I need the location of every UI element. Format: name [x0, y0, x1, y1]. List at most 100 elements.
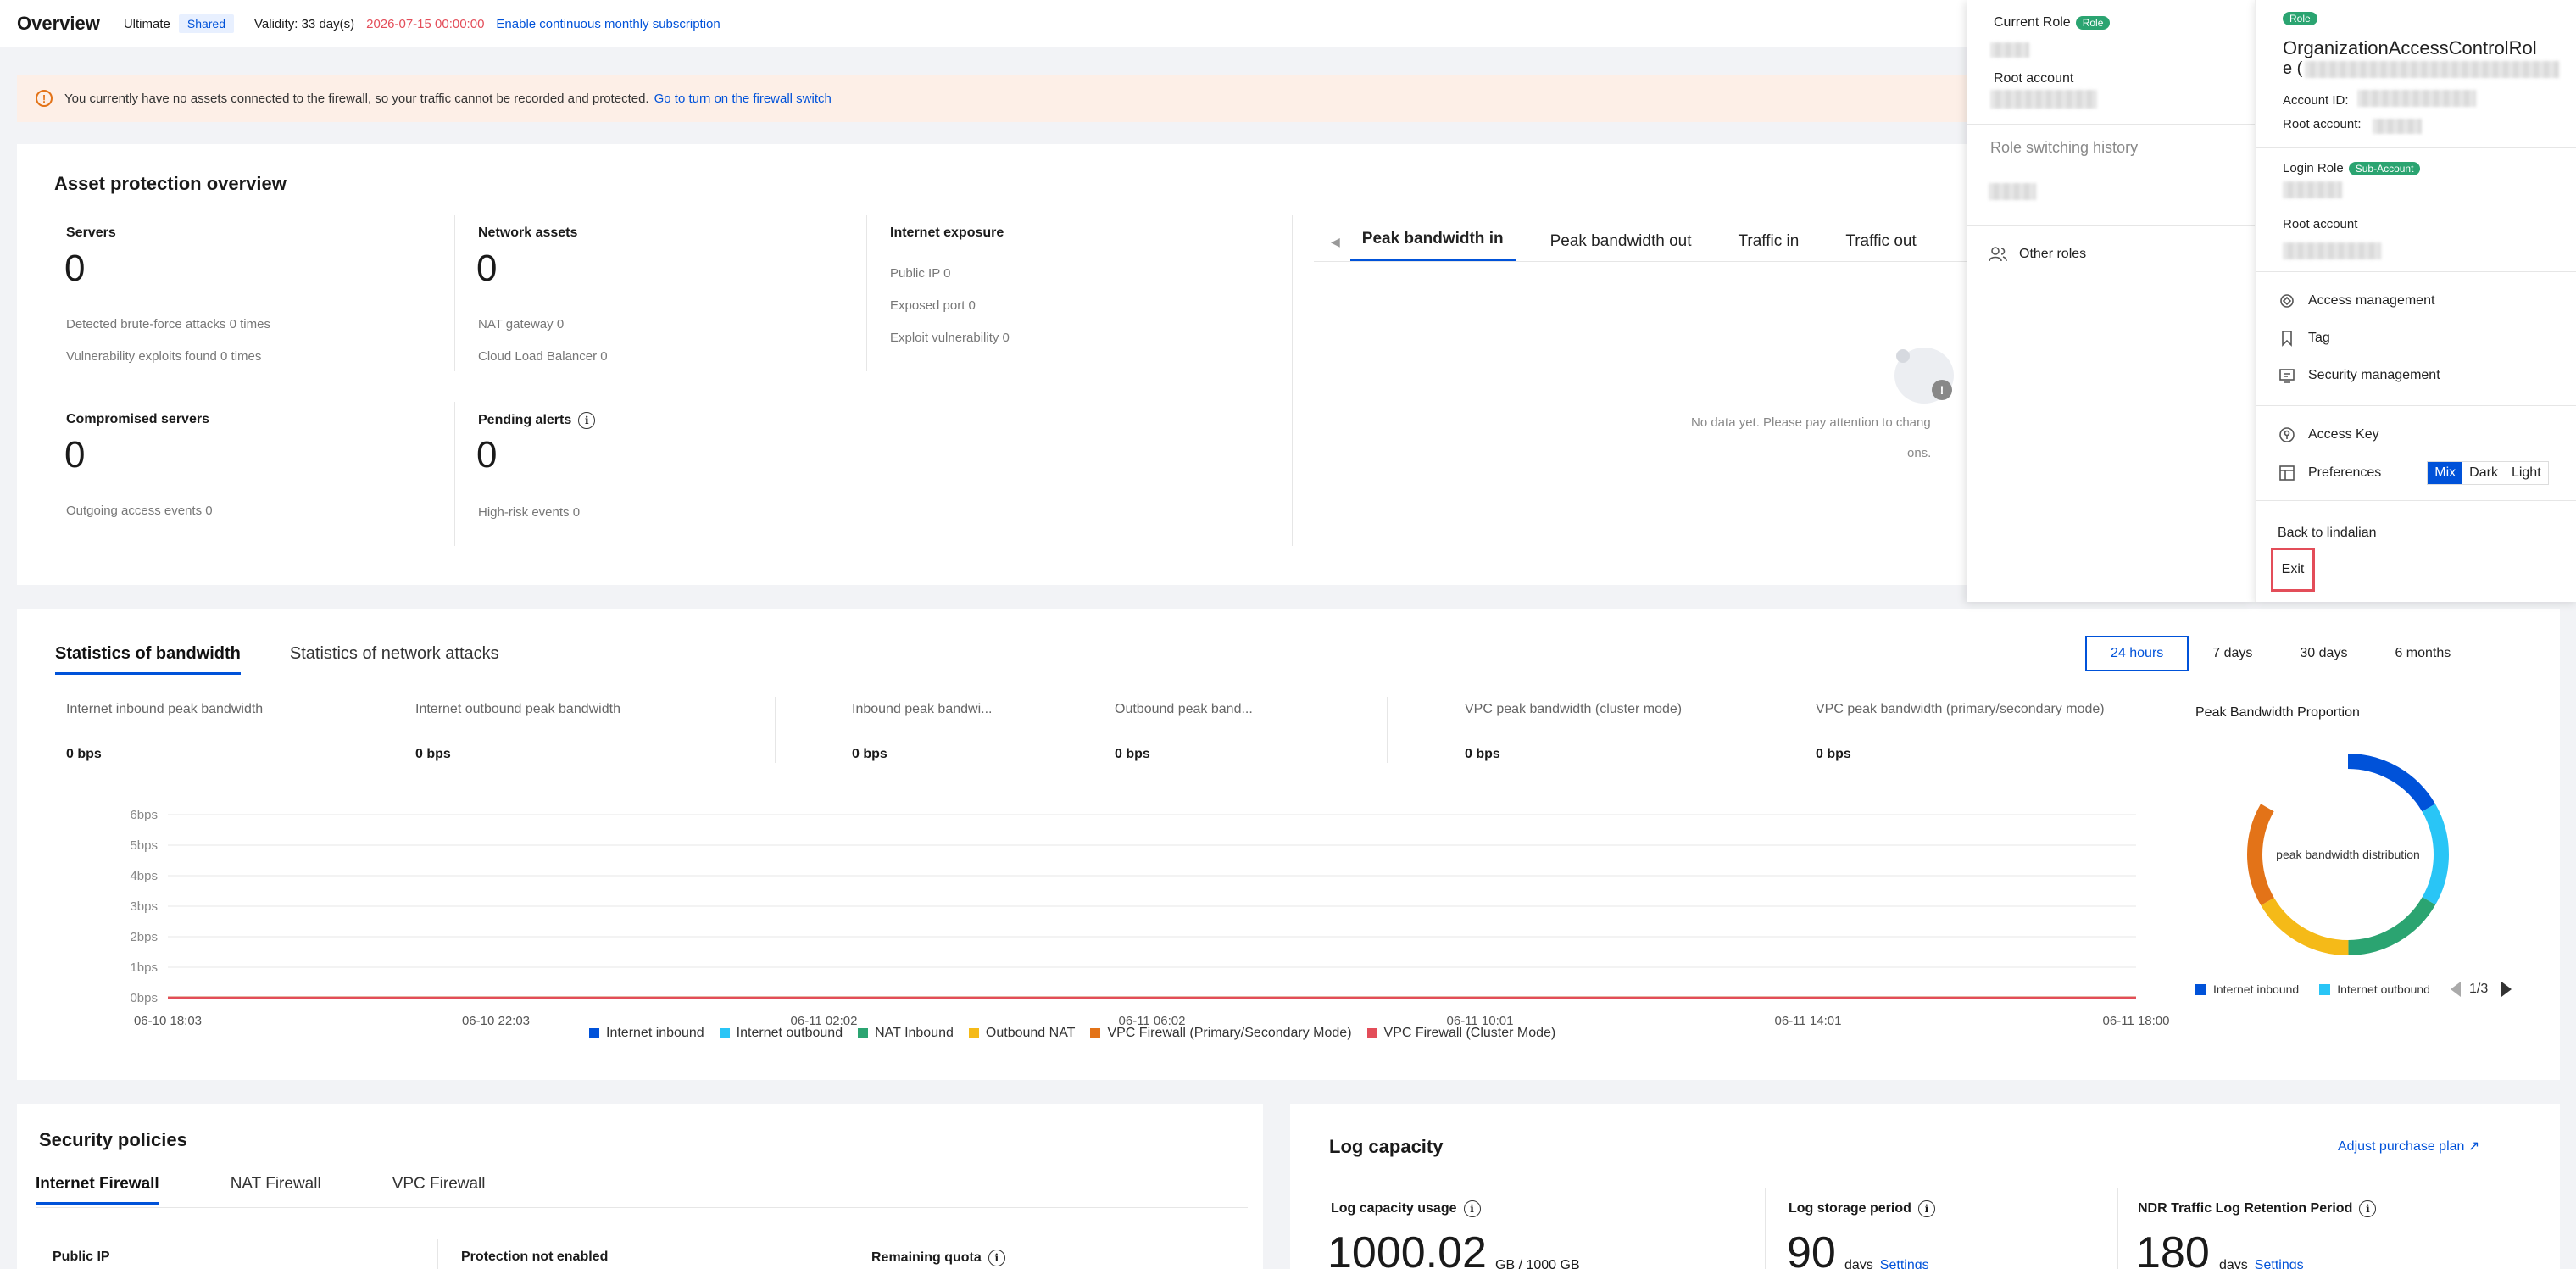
login-role-label: Login Role Sub-Account [2283, 161, 2421, 176]
no-data-text-2: ons. [1907, 446, 1932, 460]
log-storage-value: 90 [1787, 1228, 1836, 1269]
next-page-icon[interactable] [2501, 982, 2512, 997]
preferences-item[interactable]: Preferences Mix Dark Light [2278, 461, 2549, 485]
access-management-icon [2278, 292, 2296, 310]
exploit-vuln-text: Exploit vulnerability 0 [890, 331, 1010, 345]
pending-alerts-label: Pending alerts i [478, 412, 596, 429]
internet-exposure-label: Internet exposure [890, 225, 1004, 240]
compromised-servers-label: Compromised servers [66, 412, 209, 426]
redacted-account-id [2357, 90, 2476, 107]
access-management-item[interactable]: Access management [2278, 292, 2434, 310]
x-tick-label: 06-11 14:01 [1775, 1014, 1842, 1028]
redacted-history[interactable] [1989, 183, 2036, 200]
current-role-label: Current Role Role [1994, 15, 2111, 31]
y-tick-label: 5bps [130, 838, 158, 853]
info-icon[interactable]: i [988, 1250, 1005, 1266]
network-assets-label: Network assets [478, 225, 578, 240]
peak-proportion-title: Peak Bandwidth Proportion [2195, 705, 2360, 720]
tab-internet-firewall[interactable]: Internet Firewall [36, 1175, 159, 1205]
exit-button[interactable]: Exit [2271, 548, 2315, 592]
range-7-days[interactable]: 7 days [2189, 636, 2277, 671]
log-storage-unit: days Settings [1844, 1258, 1929, 1269]
redacted-root-account [1990, 90, 2097, 109]
page-title: Overview [17, 13, 100, 34]
bandwidth-line-chart[interactable]: 6bps 5bps 4bps 3bps 2bps 1bps 0bps 06-10 18:03 0… [17, 609, 2170, 1032]
tab-peak-bandwidth-in[interactable]: Peak bandwidth in [1349, 230, 1516, 261]
legend-item[interactable]: VPC Firewall (Primary/Secondary Mode) [1090, 1026, 1352, 1041]
servers-value[interactable]: 0 [64, 248, 85, 290]
nat-gateway-text: NAT gateway 0 [478, 317, 565, 331]
account-panel: Role OrganizationAccessControlRol e ( Ac… [2255, 0, 2576, 602]
info-icon[interactable]: i [1463, 1200, 1481, 1217]
info-icon[interactable]: i [578, 412, 596, 429]
donut-legend-item[interactable]: Internet outbound [2319, 982, 2430, 996]
tag-item[interactable]: Tag [2278, 329, 2330, 348]
security-tabs: Internet Firewall NAT Firewall VPC Firew… [36, 1175, 557, 1205]
tab-nat-firewall[interactable]: NAT Firewall [231, 1175, 321, 1205]
validity-text: Validity: 33 day(s) [254, 16, 355, 31]
log-usage-unit: GB / 1000 GB [1495, 1258, 1580, 1269]
tab-traffic-out[interactable]: Traffic out [1845, 232, 1916, 261]
legend-item[interactable]: Internet outbound [719, 1026, 843, 1041]
range-6-months[interactable]: 6 months [2371, 636, 2475, 671]
theme-dark[interactable]: Dark [2462, 462, 2505, 484]
info-icon[interactable]: i [2359, 1200, 2377, 1217]
other-roles-item[interactable]: Other roles [1989, 246, 2086, 263]
ndr-settings-link[interactable]: Settings [2255, 1258, 2304, 1269]
account-name-2: e ( [2283, 59, 2303, 78]
x-tick-label: 06-10 22:03 [462, 1014, 530, 1028]
range-30-days[interactable]: 30 days [2276, 636, 2372, 671]
theme-mix[interactable]: Mix [2428, 462, 2463, 484]
legend-item[interactable]: Internet inbound [589, 1026, 704, 1041]
sub-account-badge: Sub-Account [2348, 162, 2421, 176]
asset-protection-card: Asset protection overview Servers 0 Dete… [17, 144, 1983, 585]
protection-not-enabled-col: Protection not enabled [461, 1250, 609, 1264]
y-tick-label: 4bps [130, 869, 158, 883]
storage-settings-link[interactable]: Settings [1880, 1258, 1929, 1269]
tab-traffic-in[interactable]: Traffic in [1739, 232, 1800, 261]
exposed-port-text: Exposed port 0 [890, 298, 976, 313]
back-to-lindalian-link[interactable]: Back to lindalian [2278, 526, 2377, 541]
x-tick-label: 06-11 18:00 [2103, 1014, 2170, 1028]
adjust-purchase-link[interactable]: Adjust purchase plan ↗ [2338, 1138, 2479, 1155]
security-policies-card: Security policies Internet Firewall NAT … [17, 1104, 1263, 1269]
chevron-left-icon[interactable]: ◀ [1331, 235, 1340, 261]
external-link-icon: ↗ [2468, 1139, 2480, 1154]
legend-item[interactable]: Outbound NAT [968, 1026, 1075, 1041]
public-ip-text: Public IP 0 [890, 266, 951, 281]
firewall-switch-link[interactable]: Go to turn on the firewall switch [654, 92, 832, 106]
asset-card-title: Asset protection overview [54, 173, 287, 194]
redacted-root [2283, 242, 2381, 259]
bandwidth-tabs: ◀ Peak bandwidth in Peak bandwidth out T… [1331, 220, 1963, 261]
redacted-account-name [2305, 61, 2559, 78]
outgoing-access-text: Outgoing access events 0 [66, 504, 213, 518]
role-badge: Role [2075, 15, 2111, 30]
legend-item[interactable]: VPC Firewall (Cluster Mode) [1366, 1026, 1555, 1041]
y-tick-label: 0bps [130, 991, 158, 1005]
enable-subscription-link[interactable]: Enable continuous monthly subscription [496, 17, 720, 31]
root-account-id-label: Root account: [2283, 117, 2362, 131]
y-tick-label: 1bps [130, 960, 158, 975]
log-usage-value: 1000.02 [1327, 1228, 1487, 1269]
access-key-item[interactable]: Access Key [2278, 426, 2379, 444]
legend-item[interactable]: NAT Inbound [858, 1026, 954, 1041]
role-switch-panel: Current Role Role Root account Role switc… [1967, 0, 2255, 602]
info-icon[interactable]: i [1917, 1200, 1935, 1217]
servers-label: Servers [66, 225, 116, 240]
no-data-icon: ! [1894, 348, 1954, 404]
y-tick-label: 3bps [130, 899, 158, 914]
redacted-login-role [2283, 181, 2342, 198]
expire-date: 2026-07-15 00:00:00 [366, 16, 485, 31]
pending-alerts-value[interactable]: 0 [476, 434, 497, 476]
chart-legend: Internet inbound Internet outbound NAT I… [589, 1026, 1571, 1041]
tab-vpc-firewall[interactable]: VPC Firewall [392, 1175, 486, 1205]
donut-legend-item[interactable]: Internet inbound [2195, 982, 2299, 996]
theme-light[interactable]: Light [2505, 462, 2548, 484]
tab-peak-bandwidth-out[interactable]: Peak bandwidth out [1550, 232, 1692, 261]
page-indicator: 1/3 [2468, 982, 2489, 996]
security-management-item[interactable]: Security management [2278, 366, 2440, 385]
compromised-servers-value[interactable]: 0 [64, 434, 85, 476]
network-assets-value[interactable]: 0 [476, 248, 497, 290]
prev-page-icon[interactable] [2450, 982, 2461, 997]
alert-text: You currently have no assets connected t… [64, 91, 649, 106]
